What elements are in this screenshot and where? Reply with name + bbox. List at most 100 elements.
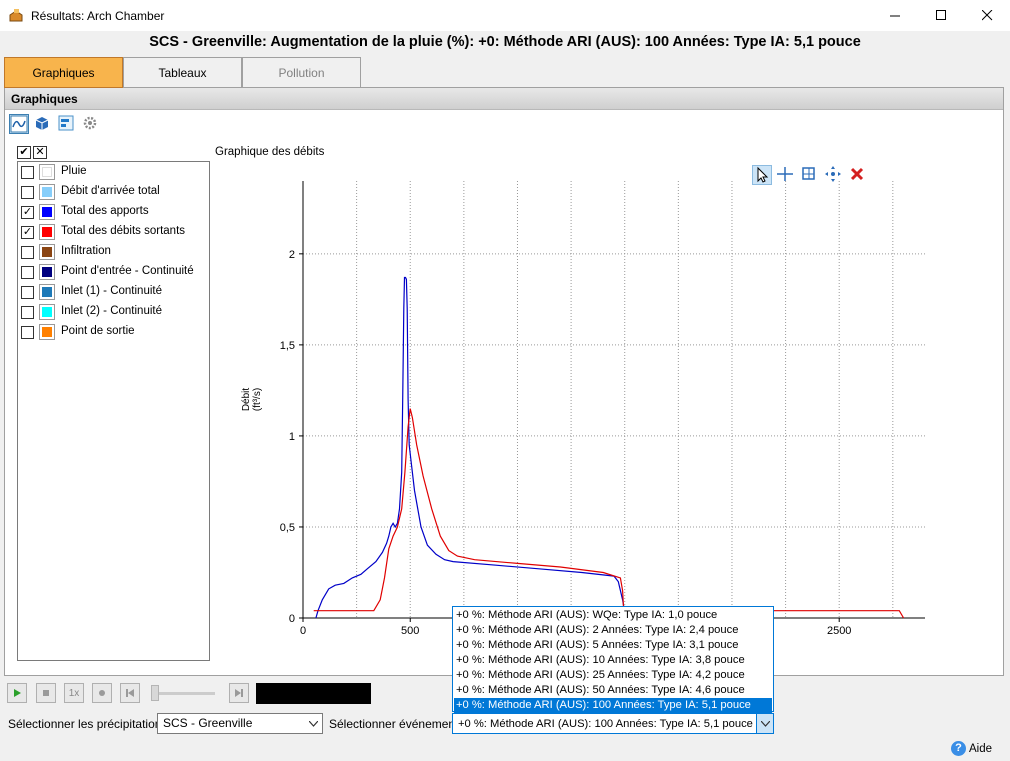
series-label: Pluie	[61, 165, 87, 177]
help-icon: ?	[951, 741, 966, 756]
play-icon	[14, 689, 21, 697]
y-tick-label: 2	[289, 249, 295, 261]
series-checkbox[interactable]	[21, 266, 34, 279]
play-button[interactable]	[7, 683, 27, 703]
legend-item-point-entree[interactable]: Point d'entrée - Continuité	[18, 262, 208, 282]
precip-select[interactable]: SCS - Greenville	[157, 713, 323, 734]
tab-tableaux[interactable]: Tableaux	[123, 57, 242, 88]
timeline-slider[interactable]	[149, 683, 219, 703]
precip-value: SCS - Greenville	[163, 716, 253, 730]
x-tick-label: 500	[401, 625, 419, 637]
line-chart-button[interactable]	[9, 114, 29, 134]
minimize-button[interactable]	[872, 0, 918, 31]
tab-graphiques[interactable]: Graphiques	[4, 57, 123, 88]
y-tick-label: 1,5	[280, 340, 295, 352]
zoom-box-tool-button[interactable]	[800, 165, 820, 185]
options-button[interactable]	[81, 114, 101, 134]
series-checkbox[interactable]	[21, 186, 34, 199]
select-tool-button[interactable]	[752, 165, 772, 185]
chart-type-toolbar	[5, 110, 1003, 136]
series-label: Inlet (2) - Continuité	[61, 305, 162, 317]
3d-chart-button[interactable]	[33, 114, 53, 134]
gear-icon	[83, 116, 97, 130]
series-label: Total des apports	[61, 205, 149, 217]
event-option[interactable]: +0 %: Méthode ARI (AUS): 50 Années: Type…	[454, 683, 772, 698]
legend-item-infiltration[interactable]: Infiltration	[18, 242, 208, 262]
event-select[interactable]: +0 %: Méthode ARI (AUS): 100 Années: Typ…	[452, 713, 774, 734]
event-option[interactable]: +0 %: Méthode ARI (AUS): WQe: Type IA: 1…	[454, 608, 772, 623]
event-label: Sélectionner événement:	[329, 717, 462, 731]
series-checkbox[interactable]	[21, 326, 34, 339]
slider-thumb[interactable]	[151, 685, 159, 701]
series-checkbox[interactable]	[21, 286, 34, 299]
color-swatch	[39, 204, 55, 220]
maximize-button[interactable]	[918, 0, 964, 31]
skip-forward-icon	[235, 689, 243, 697]
bar-chart-icon	[58, 115, 74, 131]
time-display	[256, 683, 371, 704]
skip-forward-button[interactable]	[229, 683, 249, 703]
legend-item-total-apports[interactable]: ✓ Total des apports	[18, 202, 208, 222]
legend-item-pluie[interactable]: Pluie	[18, 162, 208, 182]
legend-item-point-sortie[interactable]: Point de sortie	[18, 322, 208, 342]
series-checkbox[interactable]: ✓	[21, 226, 34, 239]
legend-item-inlet-2[interactable]: Inlet (2) - Continuité	[18, 302, 208, 322]
minimize-icon	[889, 15, 900, 17]
record-button[interactable]	[92, 683, 112, 703]
panel-title: Graphiques	[5, 88, 1003, 110]
close-button[interactable]	[964, 0, 1010, 31]
color-swatch	[39, 184, 55, 200]
event-option[interactable]: +0 %: Méthode ARI (AUS): 2 Années: Type …	[454, 623, 772, 638]
zoom-box-icon	[802, 167, 815, 180]
y-tick-label: 0,5	[280, 522, 295, 534]
tab-bar: Graphiques Tableaux Pollution	[4, 57, 1004, 88]
x-tick-label: 2500	[827, 625, 851, 637]
stop-icon	[43, 690, 49, 696]
flow-chart[interactable]: 0 0,5 1 1,5 2 0 500 2500 Débit(ft³/s)	[215, 163, 995, 663]
line-chart-icon	[10, 115, 28, 133]
chevron-down-icon	[756, 714, 773, 733]
event-option-selected[interactable]: +0 %: Méthode ARI (AUS): 100 Années: Typ…	[454, 698, 772, 713]
speed-button[interactable]: 1x	[64, 683, 84, 703]
crosshair-tool-button[interactable]	[776, 165, 796, 185]
window-title: Résultats: Arch Chamber	[31, 9, 165, 23]
uncheck-all-button[interactable]: ✕	[33, 146, 47, 159]
series-label: Total des débits sortants	[61, 225, 186, 237]
series-label: Débit d'arrivée total	[61, 185, 160, 197]
pan-tool-button[interactable]	[824, 165, 844, 185]
series-label: Inlet (1) - Continuité	[61, 285, 162, 297]
pointer-icon	[757, 166, 769, 183]
close-icon	[981, 10, 992, 21]
reset-zoom-button[interactable]	[848, 165, 868, 185]
event-option[interactable]: +0 %: Méthode ARI (AUS): 10 Années: Type…	[454, 653, 772, 668]
series-checkbox[interactable]	[21, 306, 34, 319]
slider-track	[153, 692, 215, 695]
stop-button[interactable]	[36, 683, 56, 703]
chart-title: Graphique des débits	[215, 146, 325, 158]
y-tick-label: 0	[289, 613, 295, 625]
chevron-down-icon	[305, 714, 322, 733]
series-checkbox[interactable]	[21, 246, 34, 259]
color-swatch	[39, 264, 55, 280]
check-all-button[interactable]: ✔	[17, 146, 31, 159]
skip-back-button[interactable]	[120, 683, 140, 703]
pan-icon	[825, 166, 841, 182]
series-checkbox[interactable]: ✓	[21, 206, 34, 219]
color-swatch	[39, 224, 55, 240]
series-checkbox[interactable]	[21, 166, 34, 179]
event-option[interactable]: +0 %: Méthode ARI (AUS): 25 Années: Type…	[454, 668, 772, 683]
cube-icon	[35, 117, 49, 130]
title-bar: Résultats: Arch Chamber	[0, 0, 1010, 31]
event-dropdown-list: +0 %: Méthode ARI (AUS): WQe: Type IA: 1…	[452, 606, 774, 713]
color-swatch	[39, 164, 55, 180]
series-label: Point de sortie	[61, 325, 135, 337]
legend-item-total-debits-sortants[interactable]: ✓ Total des débits sortants	[18, 222, 208, 242]
bar-chart-button[interactable]	[57, 114, 77, 134]
x-tick-label: 0	[300, 625, 306, 637]
series-legend: Pluie Débit d'arrivée total ✓ Total des …	[17, 161, 210, 661]
series-label: Point d'entrée - Continuité	[61, 265, 194, 277]
color-swatch	[39, 304, 55, 320]
event-option[interactable]: +0 %: Méthode ARI (AUS): 5 Années: Type …	[454, 638, 772, 653]
legend-item-inlet-1[interactable]: Inlet (1) - Continuité	[18, 282, 208, 302]
legend-item-debit-arrivee[interactable]: Débit d'arrivée total	[18, 182, 208, 202]
